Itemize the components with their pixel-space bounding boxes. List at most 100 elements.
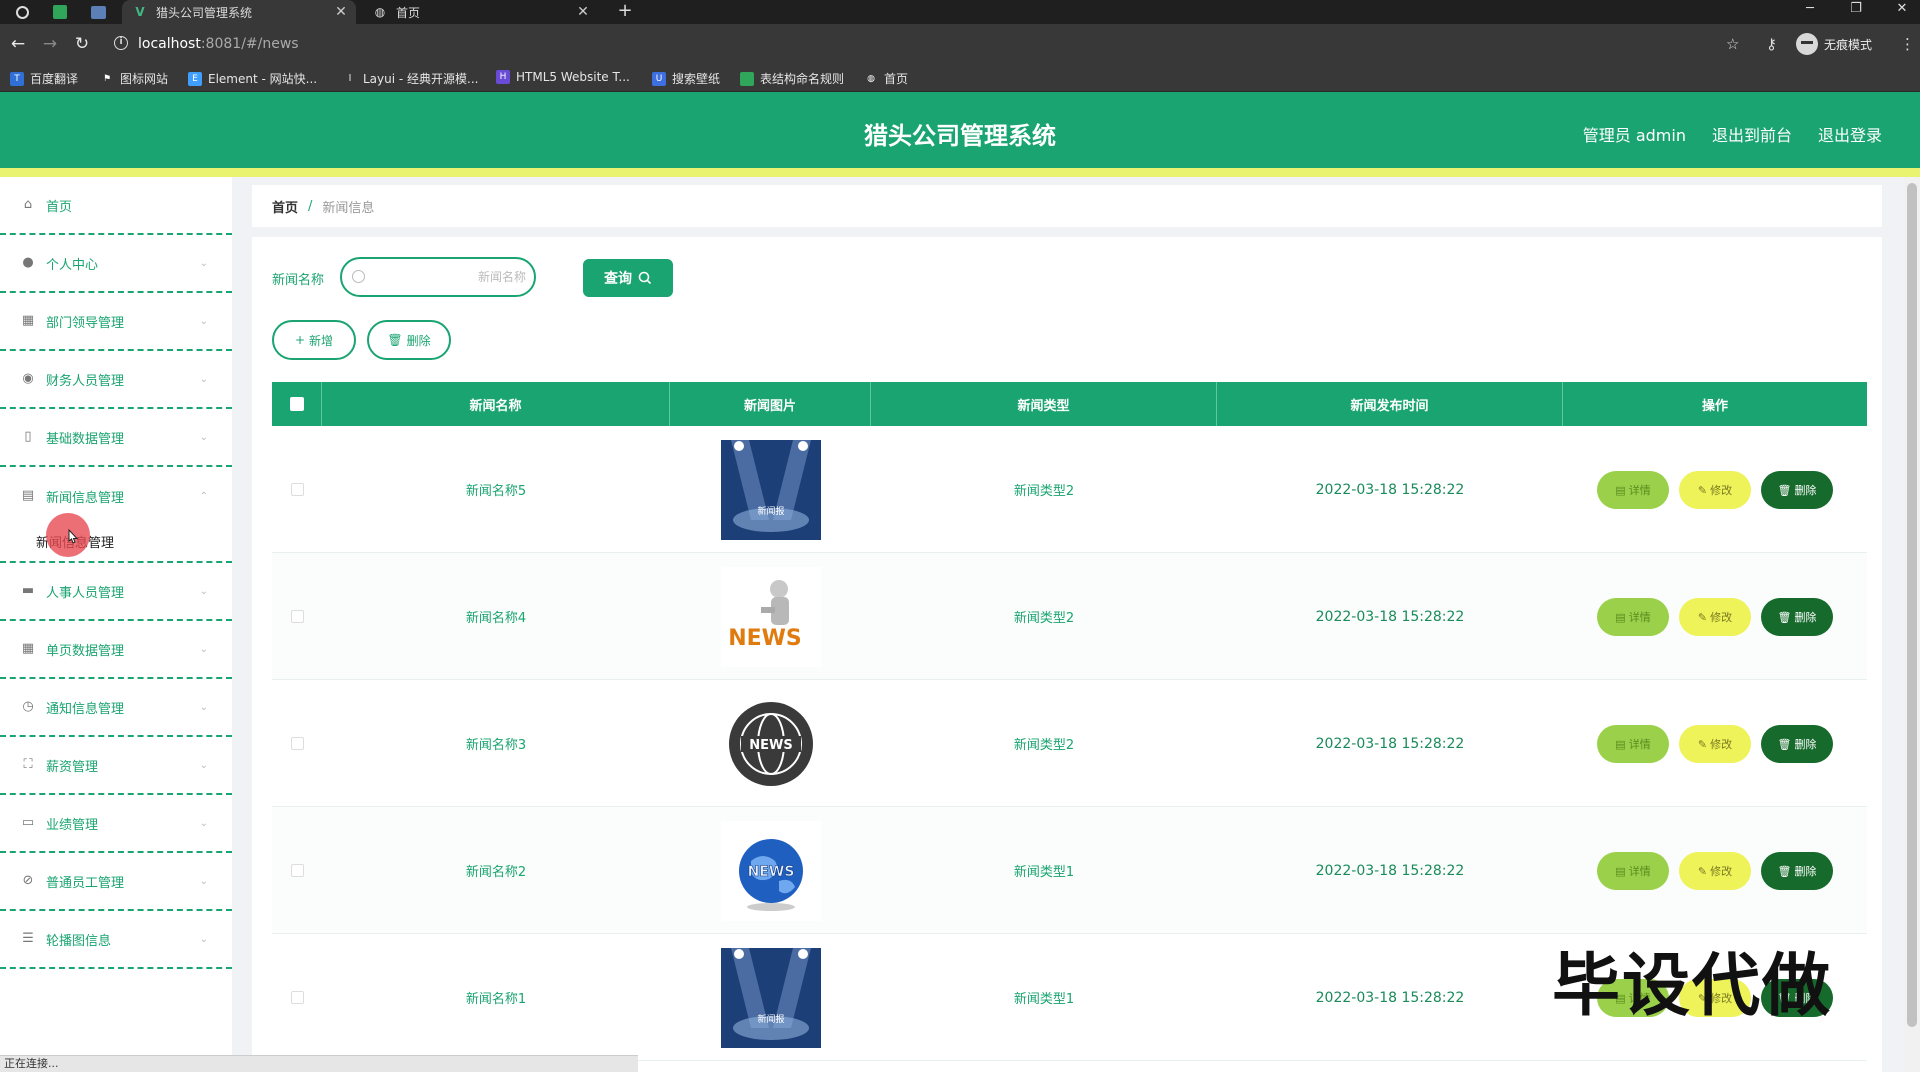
browser-tab-active[interactable]: V 猎头公司管理系统 ✕ xyxy=(122,0,356,24)
new-tab-button[interactable]: + xyxy=(613,0,637,24)
incognito-indicator[interactable]: 无痕模式 xyxy=(1796,33,1872,55)
sidebar-item-finance[interactable]: ◉ 财务人员管理 ⌄ xyxy=(0,351,232,409)
chat-icon: ▭ xyxy=(21,815,35,830)
delete-button[interactable]: 🗑 删除 xyxy=(1761,471,1833,509)
pinned-sheet-tab-icon[interactable] xyxy=(51,3,69,21)
delete-label: 删除 xyxy=(1794,484,1817,497)
news-thumbnail[interactable]: 新闻报 xyxy=(720,947,821,1048)
row-checkbox[interactable] xyxy=(290,991,304,1004)
bookmark-label: HTML5 Website T... xyxy=(516,70,630,84)
row-checkbox[interactable] xyxy=(290,483,304,496)
browser-tab[interactable]: ◍ 首页 ✕ xyxy=(362,0,598,24)
delete-button[interactable]: 🗑 删除 xyxy=(1761,598,1833,636)
sidebar-item-dept-leaders[interactable]: ▦ 部门领导管理 ⌄ xyxy=(0,293,232,351)
search-input[interactable] xyxy=(370,265,526,289)
forward-button[interactable]: → xyxy=(40,34,60,54)
news-image-cell: 新闻报 xyxy=(670,934,871,1061)
bookmark-item[interactable]: l Layui - 经典开源模... xyxy=(343,70,479,87)
search-label: 新闻名称 xyxy=(272,273,325,288)
edit-button[interactable]: ✎ 修改 xyxy=(1679,852,1751,890)
reload-button[interactable]: ↻ xyxy=(72,34,92,54)
sidebar-subitem-news-manage[interactable]: 新闻信息管理 xyxy=(0,521,232,563)
exit-to-front-link[interactable]: 退出到前台 xyxy=(1712,122,1792,146)
close-tab-icon[interactable]: ✕ xyxy=(332,4,350,20)
scrollbar-thumb[interactable] xyxy=(1907,183,1917,1027)
page-scrollbar[interactable] xyxy=(1904,177,1920,1072)
detail-button[interactable]: ▤ 详情 xyxy=(1597,471,1669,509)
batch-delete-button[interactable]: 🗑 删除 xyxy=(367,320,451,360)
add-button[interactable]: + 新增 xyxy=(272,320,356,360)
breadcrumb-home[interactable]: 首页 xyxy=(272,197,298,216)
chevron-down-icon: ⌄ xyxy=(199,431,208,443)
thumbnail-caption: NEWS xyxy=(749,738,792,753)
restore-window-button[interactable]: ❐ xyxy=(1836,0,1876,20)
url-field[interactable]: i localhost:8081/#/news xyxy=(106,30,1784,58)
sidebar-item-home[interactable]: ⌂ 首页 xyxy=(0,177,232,235)
search-input-wrapper[interactable] xyxy=(340,257,536,297)
news-image-cell: NEWS xyxy=(670,807,871,934)
header-accent-stripe xyxy=(0,168,1920,177)
vue-logo-icon: V xyxy=(135,5,145,19)
row-checkbox[interactable] xyxy=(290,864,304,877)
row-select-cell xyxy=(272,807,322,934)
column-header: 操作 xyxy=(1701,398,1728,414)
sidebar-item-staff[interactable]: ⊘ 普通员工管理 ⌄ xyxy=(0,853,232,911)
site-info-icon[interactable]: i xyxy=(114,36,128,50)
news-thumbnail[interactable]: NEWS xyxy=(720,566,821,667)
sidebar-item-hr[interactable]: ▬ 人事人员管理 ⌄ xyxy=(0,563,232,621)
news-time-cell: 2022-03-18 15:28:22 xyxy=(1315,989,1465,1006)
thumbnail-caption: NEWS xyxy=(728,626,802,651)
news-thumbnail[interactable]: 新闻报 xyxy=(720,439,821,540)
pinned-app-tab-icon[interactable] xyxy=(89,3,107,21)
chevron-down-icon: ⌄ xyxy=(199,817,208,829)
query-button[interactable]: 查询 xyxy=(583,259,673,297)
edit-button[interactable]: ✎ 修改 xyxy=(1679,471,1751,509)
logout-link[interactable]: 退出登录 xyxy=(1818,122,1882,146)
edit-button[interactable]: ✎ 修改 xyxy=(1679,725,1751,763)
chrome-icon[interactable] xyxy=(13,3,31,21)
delete-button[interactable]: 🗑 删除 xyxy=(1761,725,1833,763)
sidebar-item-notice[interactable]: ◷ 通知信息管理 ⌄ xyxy=(0,679,232,737)
edit-button[interactable]: ✎ 修改 xyxy=(1679,598,1751,636)
sidebar-item-news[interactable]: ▤ 新闻信息管理 ⌃ xyxy=(0,467,232,525)
bookmark-item[interactable]: U 搜索壁纸 xyxy=(652,70,720,87)
sidebar-item-salary[interactable]: ⛶ 薪资管理 ⌄ xyxy=(0,737,232,795)
bookmarks-bar: T 百度翻译 ⚑ 图标网站 E Element - 网站快... l Layui - 经… xyxy=(0,64,1920,92)
bookmark-item[interactable]: E Element - 网站快... xyxy=(188,70,317,87)
detail-button[interactable]: ▤ 详情 xyxy=(1597,598,1669,636)
sidebar-item-label: 单页数据管理 xyxy=(46,643,125,659)
edit-icon: ✎ xyxy=(1697,864,1708,878)
detail-button[interactable]: ▤ 详情 xyxy=(1597,725,1669,763)
sidebar-item-profile[interactable]: ● 个人中心 ⌄ xyxy=(0,235,232,293)
select-all-checkbox[interactable] xyxy=(289,397,304,411)
delete-button[interactable]: 🗑 删除 xyxy=(1761,852,1833,890)
back-button[interactable]: ← xyxy=(8,34,28,54)
news-thumbnail[interactable]: NEWS xyxy=(720,820,821,921)
bookmark-item[interactable]: T 百度翻译 xyxy=(10,70,78,87)
bookmark-item[interactable]: ⚑ 图标网站 xyxy=(100,70,168,87)
tag-icon: ⊘ xyxy=(22,873,34,888)
browser-menu-icon[interactable]: ⋮ xyxy=(1900,34,1915,54)
bookmark-item[interactable]: ◍ 首页 xyxy=(864,70,908,87)
password-key-icon[interactable]: ⚷ xyxy=(1766,34,1777,54)
sidebar-item-performance[interactable]: ▭ 业绩管理 ⌄ xyxy=(0,795,232,853)
sidebar-item-base-data[interactable]: ▯ 基础数据管理 ⌄ xyxy=(0,409,232,467)
close-window-button[interactable]: ✕ xyxy=(1882,0,1920,20)
minimize-window-button[interactable]: ─ xyxy=(1790,0,1830,20)
row-checkbox[interactable] xyxy=(290,737,304,750)
detail-button[interactable]: ▤ 详情 xyxy=(1597,852,1669,890)
row-checkbox[interactable] xyxy=(290,610,304,623)
tab-title: 首页 xyxy=(396,5,421,20)
bookmark-item[interactable]: H HTML5 Website T... xyxy=(496,70,630,84)
detail-label: 详情 xyxy=(1628,738,1651,751)
bookmark-item[interactable]: 表结构命名规则 xyxy=(740,70,844,87)
news-thumbnail[interactable]: NEWS xyxy=(720,693,821,794)
chevron-down-icon: ⌄ xyxy=(199,875,208,887)
close-tab-icon[interactable]: ✕ xyxy=(574,4,592,20)
url-text[interactable]: localhost:8081/#/news xyxy=(138,36,299,52)
sidebar-item-carousel[interactable]: ☰ 轮播图信息 ⌄ xyxy=(0,911,232,969)
bookmark-star-icon[interactable]: ☆ xyxy=(1726,34,1739,54)
sidebar-item-single-page[interactable]: ▦ 单页数据管理 ⌄ xyxy=(0,621,232,679)
chevron-down-icon: ⌄ xyxy=(199,643,208,655)
chevron-down-icon: ⌄ xyxy=(199,373,208,385)
